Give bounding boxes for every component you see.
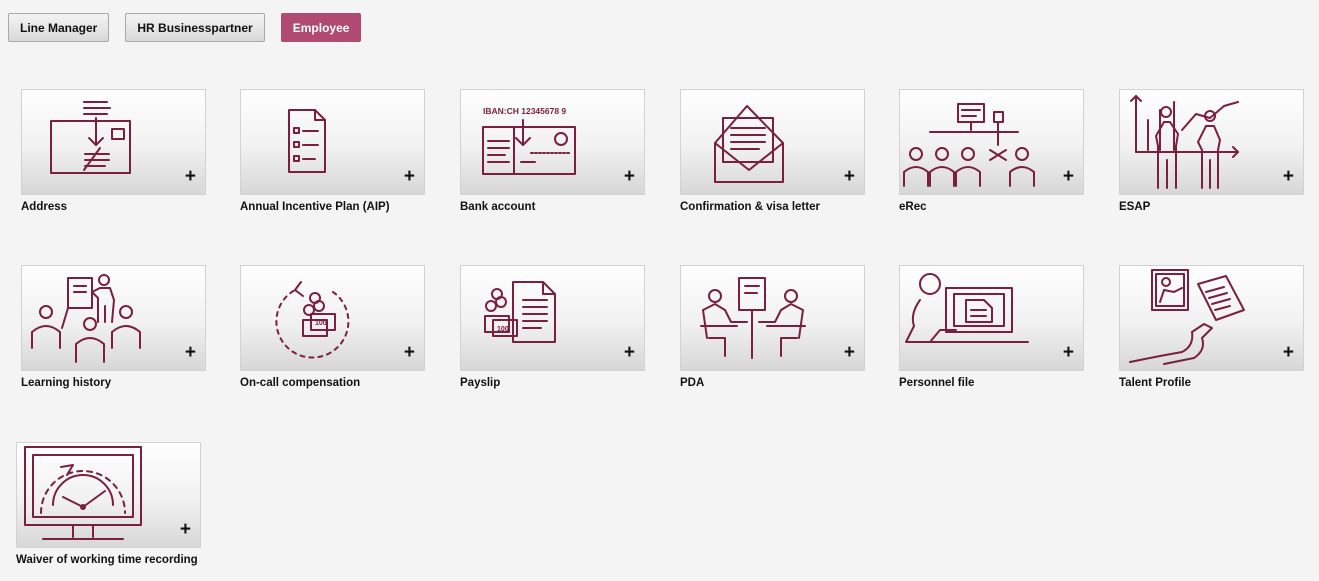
recruiting-meeting-icon xyxy=(903,103,1035,187)
expand-plus-icon: + xyxy=(623,342,635,363)
money-document-icon: 100 xyxy=(484,281,556,343)
open-envelope-letter-icon xyxy=(714,105,784,183)
mail-envelope-icon xyxy=(50,101,131,174)
discussion-flipchart-icon xyxy=(700,277,806,359)
tile-address[interactable]: + Address xyxy=(21,89,206,213)
tile-payslip-card[interactable]: 100 + xyxy=(460,265,645,371)
tile-erec-card[interactable]: + xyxy=(899,89,1084,195)
tile-address-card[interactable]: + xyxy=(21,89,206,195)
tile-label: Payslip xyxy=(460,377,501,389)
tile-talent-profile[interactable]: + Talent Profile xyxy=(1119,265,1304,389)
tile-pda[interactable]: + PDA xyxy=(680,265,865,389)
classroom-presentation-icon xyxy=(31,274,141,363)
hr-businesspartner-button[interactable]: HR Businesspartner xyxy=(125,13,265,42)
tile-talent-profile-card[interactable]: + xyxy=(1119,265,1304,371)
money-amount-text: 100 xyxy=(315,320,327,327)
tile-personnel-file[interactable]: + Personnel file xyxy=(899,265,1084,389)
bank-card-icon: IBAN:CH 12345678 9 xyxy=(482,106,576,175)
expand-plus-icon: + xyxy=(843,166,855,187)
tile-label: Confirmation & visa letter xyxy=(680,201,820,213)
tile-label: On-call compensation xyxy=(240,377,361,389)
monitor-clock-icon xyxy=(24,446,142,540)
expand-plus-icon: + xyxy=(184,342,196,363)
tile-annual-incentive-plan[interactable]: + Annual Incentive Plan (AIP) xyxy=(240,89,425,213)
tile-label: Talent Profile xyxy=(1119,377,1191,389)
employee-button[interactable]: Employee xyxy=(280,13,362,42)
expand-plus-icon: + xyxy=(1062,166,1074,187)
line-manager-button[interactable]: Line Manager xyxy=(8,13,110,42)
expand-plus-icon: + xyxy=(403,342,415,363)
tile-label: ESAP xyxy=(1119,201,1151,213)
clock-money-icon: 100 xyxy=(275,281,350,359)
tile-label: eRec xyxy=(899,201,927,213)
checklist-document-icon xyxy=(288,109,326,173)
tile-waiver-working-time[interactable]: + Waiver of working time recording xyxy=(16,442,201,566)
tile-label: Waiver of working time recording xyxy=(16,554,198,566)
tile-esap[interactable]: + ESAP xyxy=(1119,89,1304,213)
tile-confirmation-visa-letter[interactable]: + Confirmation & visa letter xyxy=(680,89,865,213)
tile-pda-card[interactable]: + xyxy=(680,265,865,371)
tile-label: PDA xyxy=(680,377,705,389)
expand-plus-icon: + xyxy=(1062,342,1074,363)
expand-plus-icon: + xyxy=(1282,166,1294,187)
tile-erec[interactable]: + eRec xyxy=(899,89,1084,213)
tile-on-call-compensation[interactable]: 100 + On-call compensation xyxy=(240,265,425,389)
expand-plus-icon: + xyxy=(1282,342,1294,363)
hand-documents-icon xyxy=(1129,269,1245,365)
tile-label: Annual Incentive Plan (AIP) xyxy=(240,201,390,213)
expand-plus-icon: + xyxy=(843,342,855,363)
tile-payslip[interactable]: 100 + Payslip xyxy=(460,265,645,389)
tile-label: Personnel file xyxy=(899,377,975,389)
tile-personnel-file-card[interactable]: + xyxy=(899,265,1084,371)
tile-esap-card[interactable]: + xyxy=(1119,89,1304,195)
tile-aip-card[interactable]: + xyxy=(240,89,425,195)
expand-plus-icon: + xyxy=(403,166,415,187)
expand-plus-icon: + xyxy=(184,166,196,187)
expand-plus-icon: + xyxy=(623,166,635,187)
people-chart-icon xyxy=(1130,95,1239,189)
tile-bank-account-card[interactable]: IBAN:CH 12345678 9 + xyxy=(460,89,645,195)
tile-label: Learning history xyxy=(21,377,112,389)
person-computer-icon xyxy=(905,273,1029,343)
money-amount-text: 100 xyxy=(497,326,509,333)
tile-label: Address xyxy=(21,201,68,213)
tile-confirmation-card[interactable]: + xyxy=(680,89,865,195)
tile-on-call-card[interactable]: 100 + xyxy=(240,265,425,371)
tile-learning-history[interactable]: + Learning history xyxy=(21,265,206,389)
tile-learning-history-card[interactable]: + xyxy=(21,265,206,371)
tile-label: Bank account xyxy=(460,201,536,213)
iban-text: IBAN:CH 12345678 9 xyxy=(483,106,566,116)
tile-bank-account[interactable]: IBAN:CH 12345678 9 + Bank account xyxy=(460,89,645,213)
role-switcher: Line Manager HR Businesspartner Employee xyxy=(8,13,377,42)
tile-waiver-card[interactable]: + xyxy=(16,442,201,548)
expand-plus-icon: + xyxy=(179,519,191,540)
